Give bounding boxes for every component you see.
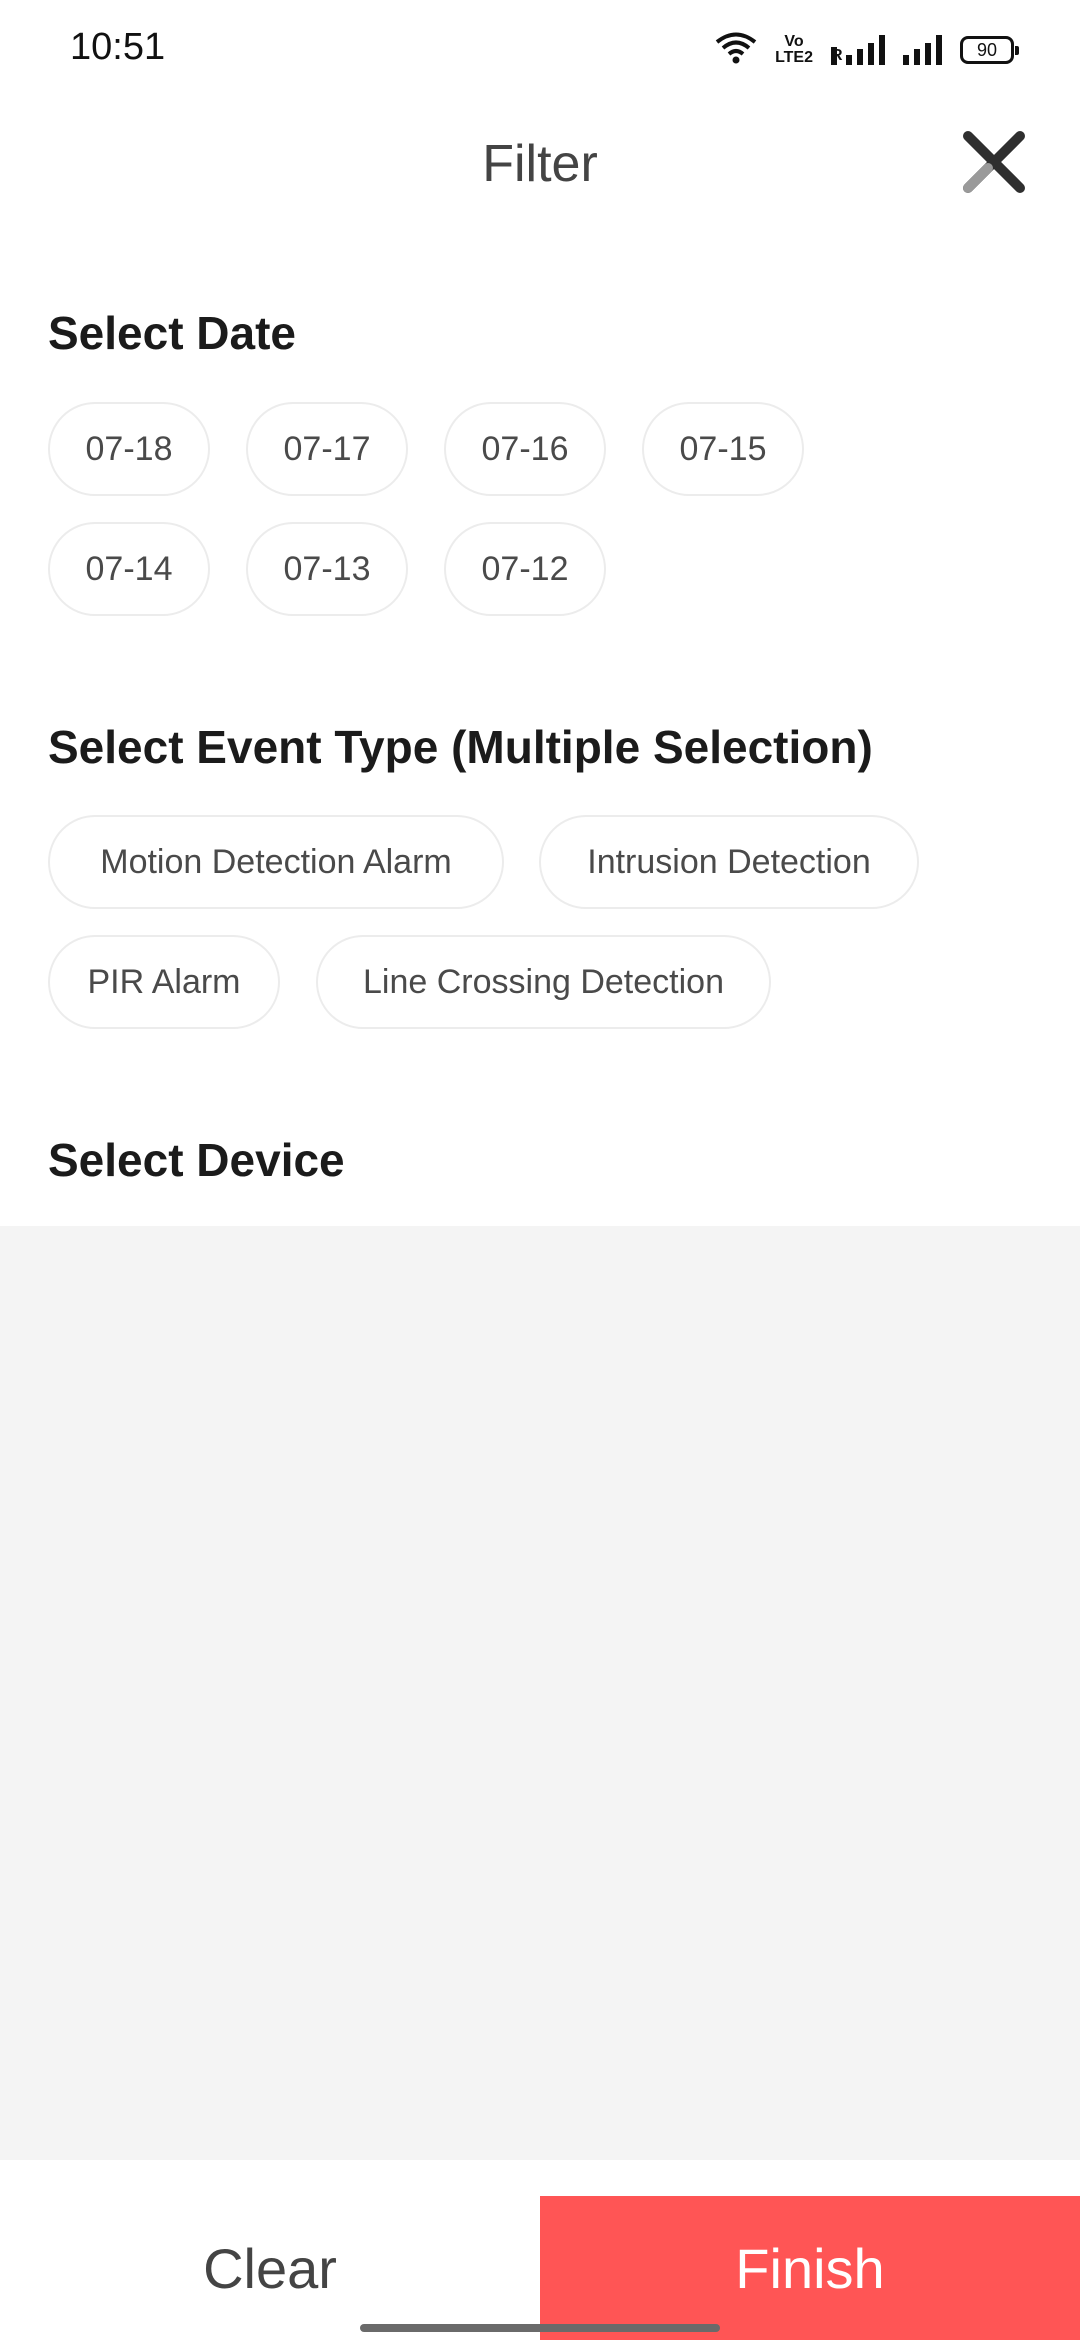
- select-event-type-heading: Select Event Type (Multiple Selection): [48, 721, 873, 773]
- wifi-icon: [715, 31, 757, 70]
- close-button[interactable]: [958, 126, 1030, 198]
- date-chip[interactable]: 07-18: [48, 402, 210, 496]
- date-chip[interactable]: 07-12: [444, 522, 606, 616]
- date-chip[interactable]: 07-16: [444, 402, 606, 496]
- signal-icon: [903, 35, 942, 65]
- home-indicator[interactable]: [360, 2324, 720, 2332]
- finish-button[interactable]: Finish: [540, 2196, 1080, 2340]
- volte-bottom-text: LTE2: [775, 49, 813, 66]
- status-time: 10:51: [70, 26, 166, 68]
- device-list-area: [0, 1226, 1080, 2160]
- clear-button[interactable]: Clear: [0, 2196, 540, 2340]
- footer-bar: Clear Finish: [0, 2160, 1080, 2340]
- header: Filter: [0, 110, 1080, 220]
- signal-icon: R: [831, 35, 885, 65]
- status-icons: Vo LTE2 R 90: [715, 30, 1019, 70]
- event-type-chip[interactable]: Intrusion Detection: [539, 815, 919, 909]
- volte-icon: Vo LTE2: [775, 34, 813, 66]
- event-type-chip[interactable]: PIR Alarm: [48, 935, 280, 1029]
- date-chip[interactable]: 07-14: [48, 522, 210, 616]
- select-date-heading: Select Date: [48, 307, 297, 359]
- date-chip[interactable]: 07-17: [246, 402, 408, 496]
- select-device-heading: Select Device: [48, 1134, 345, 1186]
- battery-icon: 90: [960, 36, 1019, 64]
- event-type-chip[interactable]: Motion Detection Alarm: [48, 815, 504, 909]
- date-chip[interactable]: 07-15: [642, 402, 804, 496]
- page-title: Filter: [482, 135, 598, 193]
- date-chip[interactable]: 07-13: [246, 522, 408, 616]
- roaming-indicator: R: [831, 47, 843, 65]
- event-type-chip[interactable]: Line Crossing Detection: [316, 935, 771, 1029]
- close-icon: [958, 131, 1030, 202]
- status-bar: 10:51 Vo LTE2 R 90: [0, 0, 1080, 96]
- volte-top-text: Vo: [784, 33, 804, 50]
